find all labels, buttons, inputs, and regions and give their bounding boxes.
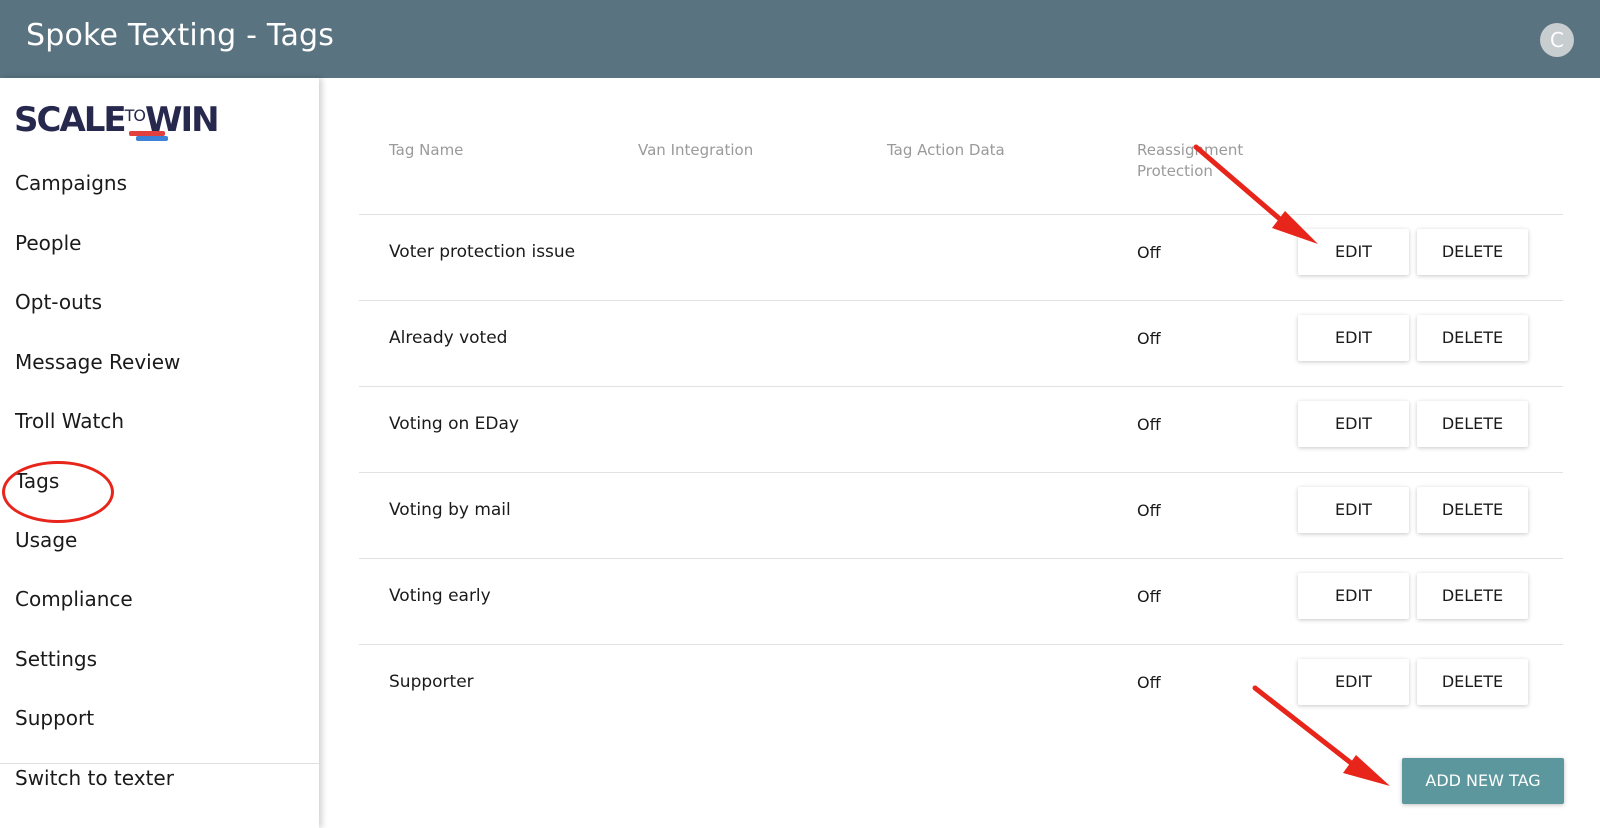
edit-button[interactable]: EDIT: [1298, 487, 1409, 533]
tag-name: Supporter: [389, 672, 474, 692]
row-divider: [359, 300, 1563, 301]
sidebar-item-usage[interactable]: Usage: [15, 528, 77, 552]
page-title: Spoke Texting - Tags: [26, 18, 335, 53]
edit-button[interactable]: EDIT: [1298, 401, 1409, 447]
reassignment-protection-value: Off: [1137, 329, 1161, 348]
sidebar-item-settings[interactable]: Settings: [15, 647, 97, 671]
edit-button[interactable]: EDIT: [1298, 315, 1409, 361]
reassignment-protection-value: Off: [1137, 415, 1161, 434]
sidebar-item-opt-outs[interactable]: Opt-outs: [15, 290, 102, 314]
reassignment-protection-value: Off: [1137, 673, 1161, 692]
reassignment-protection-value: Off: [1137, 243, 1161, 262]
edit-button[interactable]: EDIT: [1298, 659, 1409, 705]
row-divider: [359, 558, 1563, 559]
delete-button[interactable]: DELETE: [1417, 659, 1528, 705]
annotation-circle: [2, 461, 114, 523]
sidebar-item-support[interactable]: Support: [15, 706, 94, 730]
tag-name: Voter protection issue: [389, 242, 576, 262]
scale-to-win-logo: SCALETOWIN: [14, 100, 220, 141]
tag-name: Voting on EDay: [389, 414, 519, 434]
sidebar-item-people[interactable]: People: [15, 231, 81, 255]
add-new-tag-button[interactable]: ADD NEW TAG: [1402, 758, 1564, 804]
sidebar-item-troll-watch[interactable]: Troll Watch: [15, 409, 124, 433]
tag-name: Already voted: [389, 328, 508, 348]
delete-button[interactable]: DELETE: [1417, 401, 1528, 447]
header-tag-name: Tag Name: [389, 141, 464, 159]
tag-name: Voting by mail: [389, 500, 511, 520]
header-van-integration: Van Integration: [638, 141, 754, 159]
user-avatar[interactable]: C: [1540, 23, 1574, 57]
delete-button[interactable]: DELETE: [1417, 573, 1528, 619]
row-divider: [359, 386, 1563, 387]
delete-button[interactable]: DELETE: [1417, 487, 1528, 533]
row-divider: [359, 472, 1563, 473]
app-header: Spoke Texting - Tags C: [0, 0, 1600, 78]
row-divider: [359, 644, 1563, 645]
edit-button[interactable]: EDIT: [1298, 229, 1409, 275]
reassignment-protection-value: Off: [1137, 587, 1161, 606]
sidebar-divider: [0, 763, 319, 764]
delete-button[interactable]: DELETE: [1417, 229, 1528, 275]
row-divider: [359, 214, 1563, 215]
edit-button[interactable]: EDIT: [1298, 573, 1409, 619]
delete-button[interactable]: DELETE: [1417, 315, 1528, 361]
header-reassignment-protection: Reassignment Protection: [1137, 141, 1244, 180]
header-tag-action-data: Tag Action Data: [887, 141, 1005, 159]
sidebar-item-switch-to-texter[interactable]: Switch to texter: [15, 766, 174, 790]
sidebar: SCALETOWIN Campaigns People Opt-outs Mes…: [0, 78, 319, 828]
sidebar-item-campaigns[interactable]: Campaigns: [15, 171, 127, 195]
reassignment-protection-value: Off: [1137, 501, 1161, 520]
sidebar-item-message-review[interactable]: Message Review: [15, 350, 180, 374]
sidebar-item-compliance[interactable]: Compliance: [15, 587, 133, 611]
tag-name: Voting early: [389, 586, 491, 606]
tags-table: Tag Name Van Integration Tag Action Data…: [319, 78, 1600, 828]
